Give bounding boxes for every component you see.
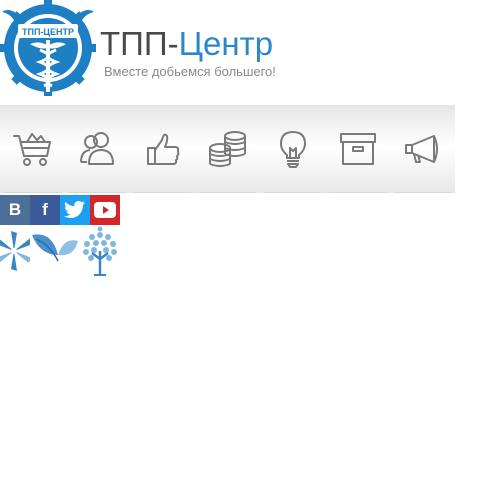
coins-stack-icon (208, 131, 246, 167)
brand-title-part1: ТПП- (100, 25, 179, 62)
nav-item-archive[interactable] (325, 105, 390, 193)
twitter-bird-icon (64, 200, 86, 218)
company-logo[interactable]: ТПП-ЦЕНТР (0, 0, 96, 96)
megaphone-icon (404, 135, 438, 163)
nav-item-users[interactable] (65, 105, 130, 193)
leaves-logo-icon[interactable] (30, 231, 80, 271)
archive-box-icon (339, 133, 376, 165)
facebook-button[interactable]: f (30, 195, 60, 225)
social-links: В f (0, 195, 120, 225)
logo-text: ТПП-ЦЕНТР (22, 27, 74, 37)
tagline: Вместе добьемся большего! (104, 64, 276, 79)
nav-item-finance[interactable] (195, 105, 260, 193)
vk-icon: В (8, 200, 22, 219)
facebook-icon: f (42, 200, 48, 219)
nav-item-news[interactable] (390, 105, 455, 193)
lightbulb-icon (279, 131, 306, 168)
pinwheel-logo-icon[interactable] (0, 229, 30, 273)
users-icon (79, 132, 114, 165)
youtube-button[interactable] (90, 195, 120, 225)
nav-item-cart[interactable] (0, 105, 65, 193)
tree-logo-icon[interactable] (80, 225, 120, 277)
twitter-button[interactable] (60, 195, 90, 225)
vk-button[interactable]: В (0, 195, 30, 225)
brand-title[interactable]: ТПП-Центр (100, 24, 273, 64)
partner-logos (0, 226, 120, 276)
nav-item-ideas[interactable] (260, 105, 325, 193)
youtube-play-icon (94, 202, 116, 218)
icon-nav-bar (0, 105, 455, 193)
brand-title-part2: Центр (178, 25, 274, 62)
shopping-cart-icon (12, 133, 51, 166)
thumbs-up-icon (146, 133, 179, 165)
nav-item-like[interactable] (130, 105, 195, 193)
